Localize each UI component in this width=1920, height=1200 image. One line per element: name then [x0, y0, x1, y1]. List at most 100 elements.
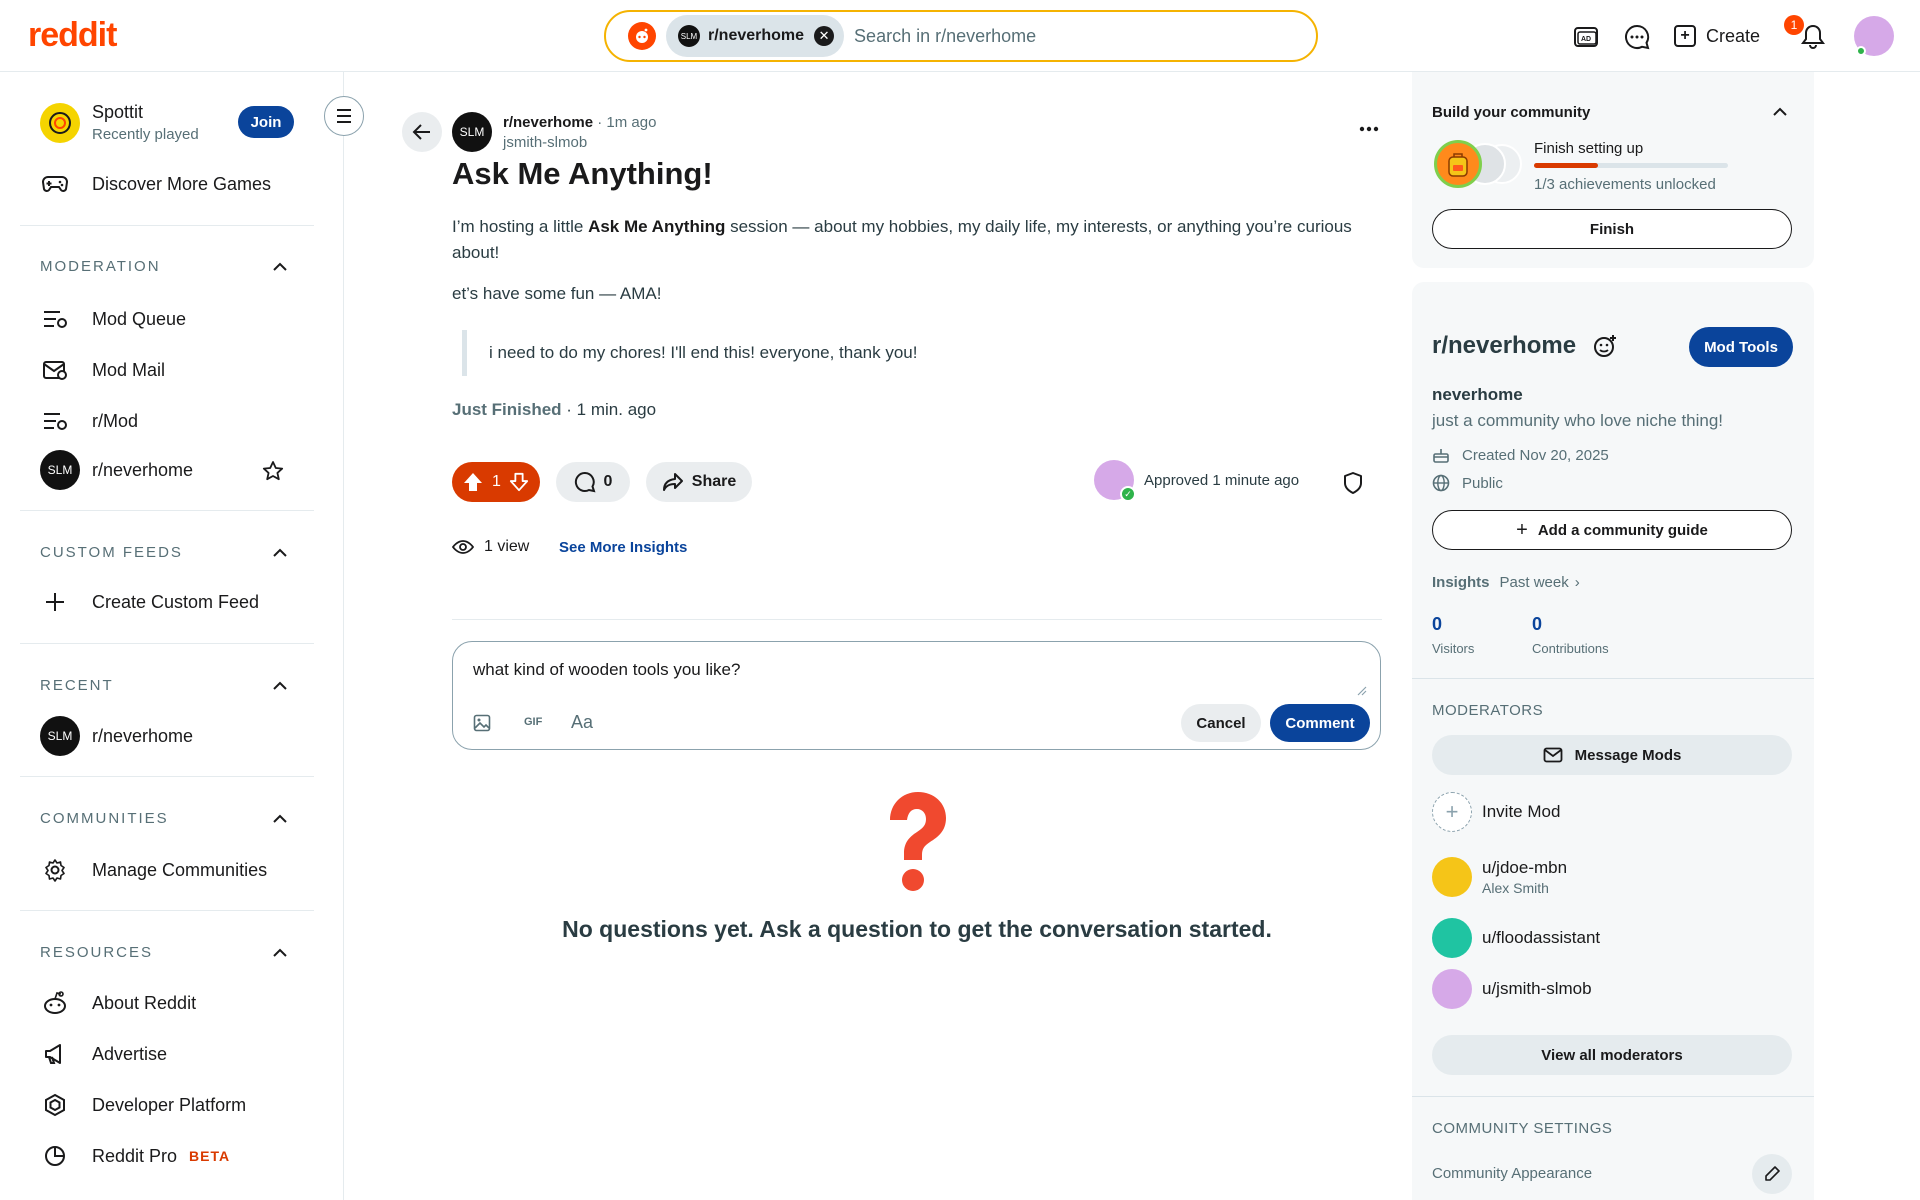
post-subreddit-link[interactable]: r/neverhome: [503, 114, 593, 131]
mod-mail-icon: [40, 355, 70, 385]
community-settings-title: COMMUNITY SETTINGS: [1432, 1120, 1613, 1137]
sidebar-item-mod-queue[interactable]: Mod Queue: [40, 304, 186, 334]
image-icon[interactable]: [473, 714, 491, 732]
visitors-label: Visitors: [1432, 641, 1475, 656]
sidebar-item-r-neverhome[interactable]: SLM r/neverhome: [40, 450, 193, 490]
sidebar-item-recent-neverhome[interactable]: SLM r/neverhome: [40, 716, 193, 756]
sidebar-item-discover-games[interactable]: Discover More Games: [40, 169, 271, 199]
sidebar-item-r-mod[interactable]: r/Mod: [40, 406, 138, 436]
status-time: · 1 min. ago: [561, 400, 657, 419]
moderator-item[interactable]: u/floodassistant: [1432, 918, 1600, 958]
create-button[interactable]: + Create: [1674, 18, 1760, 54]
cancel-button[interactable]: Cancel: [1181, 704, 1261, 742]
sidebar-item-spottit[interactable]: Spottit Recently played: [40, 102, 199, 143]
sidebar-item-label: Mod Queue: [92, 308, 187, 329]
chevron-up-icon[interactable]: [270, 943, 290, 963]
sidebar-item-label: Mod Mail: [92, 359, 166, 380]
collapse-sidebar-button[interactable]: [324, 96, 364, 136]
reddit-alien-icon: [40, 988, 70, 1018]
gif-button[interactable]: GIF: [524, 716, 542, 728]
ellipsis-icon: [1359, 126, 1379, 132]
sidebar-item-create-custom-feed[interactable]: Create Custom Feed: [40, 587, 259, 617]
mod-tools-button[interactable]: Mod Tools: [1689, 327, 1793, 367]
edit-appearance-button[interactable]: [1752, 1154, 1792, 1194]
sidebar-item-label: r/neverhome: [92, 459, 194, 480]
moderator-avatar: [1432, 918, 1472, 958]
divider: [1412, 1096, 1814, 1097]
comment-composer[interactable]: what kind of wooden tools you like? GIF …: [452, 641, 1381, 750]
sidebar-item-developer-platform[interactable]: Developer Platform: [40, 1090, 246, 1120]
app: reddit SLM r/neverhome ✕ AD + Create 1: [0, 0, 1920, 1200]
post-author[interactable]: jsmith-slmob: [503, 134, 587, 151]
view-count: 1 view: [452, 538, 529, 556]
moderator-avatar: [1432, 969, 1472, 1009]
hexagon-icon: [40, 1090, 70, 1120]
view-all-moderators-button[interactable]: View all moderators: [1432, 1035, 1792, 1075]
section-custom-feeds-title: CUSTOM FEEDS: [40, 544, 183, 561]
invite-mod-button[interactable]: + Invite Mod: [1432, 792, 1560, 832]
ads-icon[interactable]: AD: [1572, 22, 1602, 52]
share-icon: [662, 473, 683, 491]
join-button[interactable]: Join: [238, 106, 294, 138]
plus-icon: +: [1674, 25, 1696, 47]
sidebar-item-manage-communities[interactable]: Manage Communities: [40, 855, 267, 885]
search-scope-chip[interactable]: SLM r/neverhome ✕: [666, 15, 845, 57]
moderator-item[interactable]: u/jdoe-mbn Alex Smith: [1432, 857, 1567, 897]
back-button[interactable]: [402, 112, 442, 152]
divider: [452, 619, 1382, 620]
chevron-up-icon[interactable]: [1770, 102, 1790, 122]
resize-handle-icon[interactable]: [1355, 684, 1367, 696]
insights-period: Past week: [1499, 574, 1569, 591]
search-input[interactable]: [854, 25, 1316, 47]
close-icon[interactable]: ✕: [814, 26, 835, 46]
invite-mod-label: Invite Mod: [1482, 802, 1561, 821]
search-bar[interactable]: SLM r/neverhome ✕: [604, 10, 1318, 62]
post-body-line: et’s have some fun — AMA!: [452, 284, 662, 303]
sidebar-item-advertise[interactable]: Advertise: [40, 1039, 167, 1069]
upvote-icon[interactable]: [462, 471, 484, 493]
game-subtitle: Recently played: [92, 126, 199, 143]
shield-icon[interactable]: [1340, 470, 1366, 496]
see-more-insights-link[interactable]: See More Insights: [559, 539, 687, 556]
star-icon[interactable]: [262, 460, 284, 482]
finish-button[interactable]: Finish: [1432, 209, 1792, 249]
sidebar-item-about-reddit[interactable]: About Reddit: [40, 988, 196, 1018]
divider: [20, 225, 314, 226]
sidebar-item-mod-mail[interactable]: Mod Mail: [40, 355, 165, 385]
chevron-up-icon[interactable]: [270, 543, 290, 563]
contributions-count: 0: [1532, 614, 1543, 634]
comment-input[interactable]: what kind of wooden tools you like?: [473, 660, 740, 680]
sidebar-item-label: Advertise: [92, 1043, 168, 1064]
chevron-up-icon[interactable]: [270, 809, 290, 829]
globe-icon: [1432, 474, 1450, 492]
more-options-button[interactable]: [1354, 120, 1384, 142]
chevron-up-icon[interactable]: [270, 676, 290, 696]
add-emoji-icon[interactable]: [1592, 333, 1618, 359]
chat-icon[interactable]: [1622, 22, 1652, 52]
sidebar-item-label: Developer Platform: [92, 1094, 247, 1115]
add-community-guide-button[interactable]: + Add a community guide: [1432, 510, 1792, 550]
share-button[interactable]: Share: [646, 462, 752, 502]
subreddit-avatar[interactable]: SLM: [452, 112, 492, 152]
comments-button[interactable]: 0: [556, 462, 630, 502]
insights-header[interactable]: Insights Past week ›: [1432, 574, 1580, 591]
visitors-count: 0: [1432, 614, 1443, 634]
post-body-text: I’m hosting a little: [452, 217, 589, 236]
formatting-button[interactable]: Aa: [571, 712, 593, 733]
comment-button[interactable]: Comment: [1270, 704, 1370, 742]
community-name[interactable]: r/neverhome: [1432, 332, 1576, 360]
question-mark-icon: [890, 792, 946, 891]
plus-icon: [40, 587, 70, 617]
message-mods-button[interactable]: Message Mods: [1432, 735, 1792, 775]
sidebar-item-reddit-pro[interactable]: Reddit Pro BETA: [40, 1141, 230, 1171]
moderator-item[interactable]: u/jsmith-slmob: [1432, 969, 1592, 1009]
backpack-icon: [1434, 140, 1482, 188]
left-sidebar: Spottit Recently played Join Discover Mo…: [0, 72, 344, 1200]
eye-icon: [452, 540, 474, 554]
downvote-icon[interactable]: [509, 471, 529, 493]
approval-status: ✓ Approved 1 minute ago: [1094, 460, 1299, 502]
reddit-logo[interactable]: reddit: [28, 16, 117, 55]
chevron-up-icon[interactable]: [270, 257, 290, 277]
sidebar-item-label: Reddit Pro: [92, 1145, 178, 1166]
plus-icon: +: [1516, 518, 1528, 541]
